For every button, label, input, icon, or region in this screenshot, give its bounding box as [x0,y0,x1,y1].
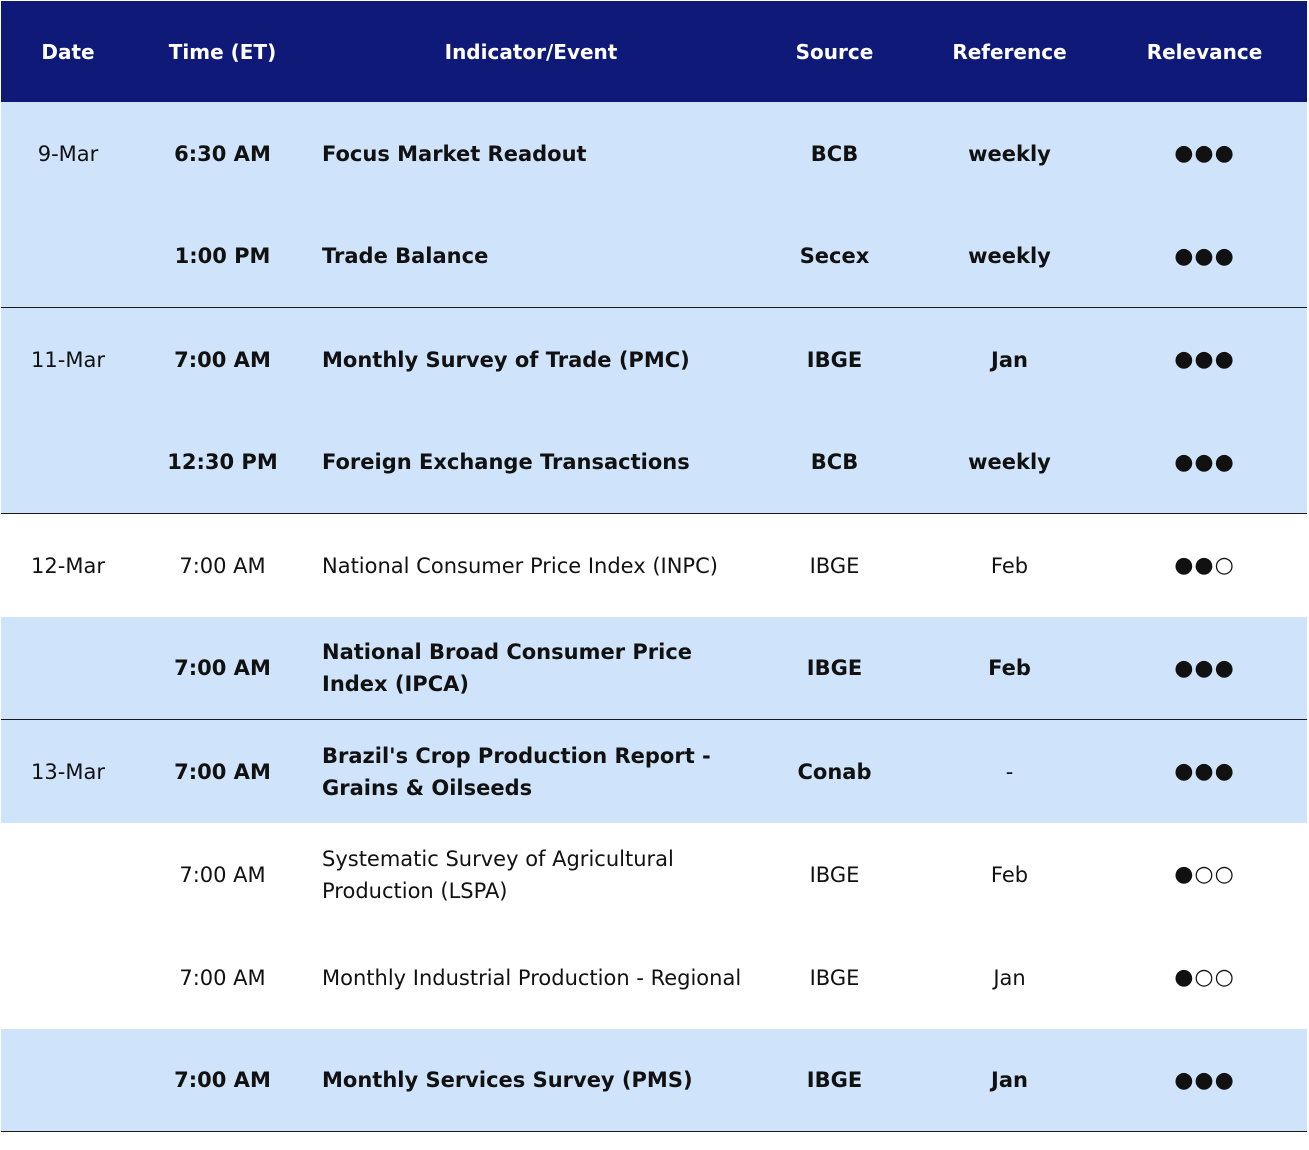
row-reference: weekly [968,244,1051,268]
row-time: 7:00 AM [179,553,266,578]
relevance-dots: ●○○ [1174,965,1235,990]
row-source: IBGE [809,862,860,887]
row-date: 9-Mar [37,141,99,166]
row-source: Conab [797,759,872,784]
row-indicator: National Consumer Price Index (INPC) [322,553,718,578]
header-time: Time (ET) [168,39,277,64]
row-time: 7:00 AM [179,965,266,990]
row-indicator: Focus Market Readout [322,141,587,166]
row-reference: Jan [991,347,1028,372]
row-reference: Jan [993,965,1026,990]
row-time: 7:00 AM [174,656,271,680]
header-relevance: Relevance [1146,39,1263,64]
row-time: 6:30 AM [174,141,271,166]
row-source: Secex [799,244,870,268]
row-source: IBGE [809,965,860,990]
row-reference: Jan [991,1068,1028,1092]
row-time: 7:00 AM [174,759,271,784]
row-reference: weekly [968,141,1051,166]
row-time: 7:00 AM [174,347,271,372]
row-time: 7:00 AM [174,1068,271,1092]
row-reference: weekly [968,450,1051,474]
row-time: 7:00 AM [179,862,266,887]
header-indicator: Indicator/Event [444,39,618,64]
header-date: Date [41,39,95,64]
relevance-dots: ●●● [1174,141,1235,166]
table-row: 13-Mar 7:00 AM Brazil's Crop Production … [1,720,1307,823]
relevance-dots: ●●○ [1174,553,1235,578]
row-time: 12:30 PM [167,450,278,474]
table-row: 1:00 PM Trade Balance Secex weekly ●●● [1,205,1307,308]
table-row: 11-Mar 7:00 AM Monthly Survey of Trade (… [1,308,1307,411]
table-row: 12:30 PM Foreign Exchange Transactions B… [1,411,1307,514]
relevance-dots: ●●● [1174,759,1235,784]
table-row: 7:00 AM Systematic Survey of Agricultura… [1,823,1307,926]
table-row: 7:00 AM Monthly Industrial Production - … [1,926,1307,1029]
row-indicator: Monthly Services Survey (PMS) [322,1068,693,1092]
row-source: IBGE [806,347,863,372]
row-source: BCB [810,141,859,166]
row-source: IBGE [806,1068,863,1092]
row-indicator: Trade Balance [322,244,489,268]
relevance-dots: ●○○ [1174,862,1235,887]
table-row: 7:00 AM National Broad Consumer Price In… [1,617,1307,720]
table-row: 9-Mar 6:30 AM Focus Market Readout BCB w… [1,102,1307,205]
row-date: 11-Mar [31,347,105,372]
header-reference: Reference [952,39,1067,64]
relevance-dots: ●●● [1174,1067,1235,1093]
table-row: 12-Mar 7:00 AM National Consumer Price I… [1,514,1307,617]
header-source: Source [795,39,874,64]
relevance-dots: ●●● [1174,655,1235,681]
row-reference: Feb [990,553,1029,578]
row-indicator: National Broad Consumer Price Index (IPC… [322,640,693,696]
row-source: IBGE [809,553,860,578]
row-reference: - [1005,759,1014,784]
table-row: 7:00 AM Monthly Services Survey (PMS) IB… [1,1029,1307,1132]
table-header: Date Time (ET) Indicator/Event Source Re… [1,1,1307,102]
relevance-dots: ●●● [1174,449,1235,475]
row-date: 12-Mar [31,553,105,578]
row-indicator: Monthly Industrial Production - Regional [322,965,742,990]
relevance-dots: ●●● [1174,243,1235,269]
row-reference: Feb [988,656,1031,680]
row-source: BCB [810,450,859,474]
row-indicator: Systematic Survey of Agricultural Produc… [322,846,674,903]
row-reference: Feb [990,862,1029,887]
row-indicator: Monthly Survey of Trade (PMC) [322,347,690,372]
calendar-table: Date Time (ET) Indicator/Event Source Re… [1,1,1307,1132]
row-indicator: Brazil's Crop Production Report - Grains… [322,743,711,800]
row-source: IBGE [806,656,863,680]
relevance-dots: ●●● [1174,347,1235,372]
row-indicator: Foreign Exchange Transactions [322,450,690,474]
row-date: 13-Mar [31,759,105,784]
row-time: 1:00 PM [174,244,271,268]
